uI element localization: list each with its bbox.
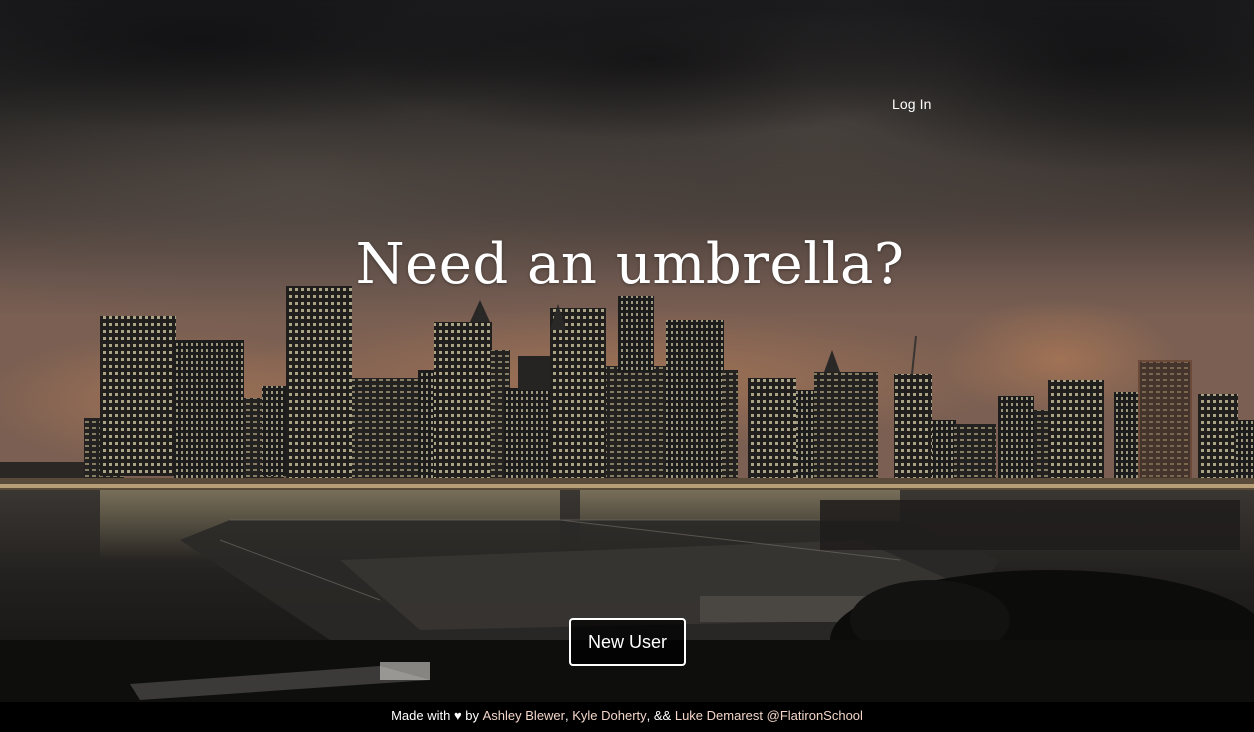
footer-credits: Made with ♥ by Ashley Blewer , Kyle Dohe… — [0, 702, 1254, 732]
org-link-flatiron[interactable]: @FlatironSchool — [767, 708, 863, 723]
landing-page: Log In Need an umbrella? New User Made w… — [0, 0, 1254, 732]
login-link[interactable]: Log In — [892, 96, 932, 112]
page-headline: Need an umbrella? — [355, 232, 905, 297]
footer-by: by — [461, 707, 483, 723]
new-user-button[interactable]: New User — [569, 618, 686, 666]
heart-icon: ♥ — [453, 707, 462, 723]
author-link-luke[interactable]: Luke Demarest — [675, 708, 763, 723]
author-link-kyle[interactable]: Kyle Doherty — [572, 708, 646, 723]
footer-separator: , && — [646, 707, 675, 723]
city-skyline-background — [0, 0, 1254, 702]
footer-prefix: Made with — [391, 707, 454, 723]
author-link-ashley[interactable]: Ashley Blewer — [483, 708, 565, 723]
footer-separator: , — [565, 707, 573, 723]
